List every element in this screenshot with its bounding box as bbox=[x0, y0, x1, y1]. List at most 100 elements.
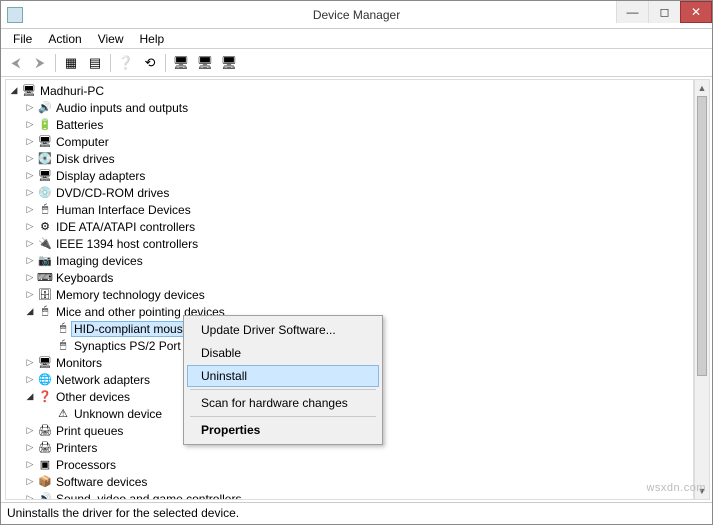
expand-icon[interactable]: ▷ bbox=[24, 289, 36, 301]
status-text: Uninstalls the driver for the selected d… bbox=[7, 506, 239, 520]
tree-node[interactable]: ◢🖥Madhuri-PC bbox=[8, 82, 693, 99]
tree-node[interactable]: ▷🔊Sound, video and game controllers bbox=[8, 490, 693, 500]
properties-button[interactable]: ▤ bbox=[84, 52, 106, 74]
expand-icon[interactable]: ▷ bbox=[24, 493, 36, 501]
expand-icon[interactable]: ▷ bbox=[24, 136, 36, 148]
ctx-update-driver[interactable]: Update Driver Software... bbox=[187, 319, 379, 341]
scan-hardware-button[interactable]: 🖥 bbox=[218, 52, 240, 74]
expand-icon[interactable]: ▷ bbox=[24, 119, 36, 131]
expand-icon[interactable]: ▷ bbox=[24, 374, 36, 386]
page-icon: ▤ bbox=[89, 55, 101, 71]
expand-icon[interactable]: ▷ bbox=[24, 102, 36, 114]
window-controls: — ◻ ✕ bbox=[616, 1, 712, 23]
arrow-right-icon: ⮞ bbox=[35, 55, 44, 71]
expand-icon[interactable]: ▷ bbox=[24, 357, 36, 369]
maximize-button[interactable]: ◻ bbox=[648, 1, 680, 23]
device-icon: 🖨 bbox=[37, 440, 53, 456]
tree-node[interactable]: ▷🖥Computer bbox=[8, 133, 693, 150]
tree-node[interactable]: ▷🔌IEEE 1394 host controllers bbox=[8, 235, 693, 252]
tree-node-label: DVD/CD-ROM drives bbox=[56, 186, 169, 200]
expand-icon[interactable]: ▷ bbox=[24, 204, 36, 216]
expand-icon[interactable]: ▷ bbox=[24, 170, 36, 182]
tree-node[interactable]: ▷⌨Keyboards bbox=[8, 269, 693, 286]
vertical-scrollbar[interactable]: ▲ ▼ bbox=[694, 79, 710, 500]
tree-node-label: Printers bbox=[56, 441, 97, 455]
tree-node[interactable]: ▷🔊Audio inputs and outputs bbox=[8, 99, 693, 116]
menu-file[interactable]: File bbox=[5, 30, 40, 48]
expand-icon[interactable]: ▷ bbox=[24, 272, 36, 284]
arrow-left-icon: ⮜ bbox=[11, 55, 20, 71]
menu-action[interactable]: Action bbox=[40, 30, 89, 48]
refresh-button[interactable]: ⟲ bbox=[139, 52, 161, 74]
tree-node-label: Batteries bbox=[56, 118, 103, 132]
device-icon: 🖨 bbox=[37, 423, 53, 439]
device-icon: ❓ bbox=[37, 389, 53, 405]
collapse-icon[interactable]: ◢ bbox=[8, 85, 20, 97]
update-driver-button[interactable]: 🖥 bbox=[170, 52, 192, 74]
scroll-thumb[interactable] bbox=[697, 96, 707, 376]
collapse-icon[interactable]: ◢ bbox=[24, 306, 36, 318]
tree-node[interactable]: ▷🗄Memory technology devices bbox=[8, 286, 693, 303]
show-hidden-button[interactable]: ▦ bbox=[60, 52, 82, 74]
expand-icon[interactable]: ▷ bbox=[24, 238, 36, 250]
device-icon: 🔊 bbox=[37, 100, 53, 116]
device-icon: ⚙ bbox=[37, 219, 53, 235]
toolbar-separator bbox=[165, 54, 166, 72]
toolbar-separator bbox=[110, 54, 111, 72]
tree-node-label: Display adapters bbox=[56, 169, 145, 183]
help-icon: ❔ bbox=[118, 55, 134, 71]
device-icon: 💿 bbox=[37, 185, 53, 201]
device-icon: 🔊 bbox=[37, 491, 53, 501]
forward-button[interactable]: ⮞ bbox=[29, 52, 51, 74]
tree-node[interactable]: ▷🖥Display adapters bbox=[8, 167, 693, 184]
expand-icon[interactable]: ▷ bbox=[24, 442, 36, 454]
ctx-disable[interactable]: Disable bbox=[187, 342, 379, 364]
scroll-up-icon[interactable]: ▲ bbox=[695, 80, 709, 96]
device-icon: 💽 bbox=[37, 151, 53, 167]
tree-node[interactable]: ▷🖱Human Interface Devices bbox=[8, 201, 693, 218]
tree-node-label: Unknown device bbox=[74, 407, 162, 421]
ctx-scan-hardware[interactable]: Scan for hardware changes bbox=[187, 392, 379, 414]
expand-icon[interactable]: ▷ bbox=[24, 459, 36, 471]
expand-icon[interactable]: ▷ bbox=[24, 187, 36, 199]
computer-up-icon: 🖥 bbox=[173, 55, 190, 71]
tree-node[interactable]: ▷🔋Batteries bbox=[8, 116, 693, 133]
collapse-icon[interactable]: ◢ bbox=[24, 391, 36, 403]
tree-node[interactable]: ▷📷Imaging devices bbox=[8, 252, 693, 269]
tree-node-label: Print queues bbox=[56, 424, 123, 438]
minimize-button[interactable]: — bbox=[616, 1, 648, 23]
device-icon: ▣ bbox=[37, 457, 53, 473]
device-icon: 📷 bbox=[37, 253, 53, 269]
menu-view[interactable]: View bbox=[90, 30, 132, 48]
context-menu: Update Driver Software... Disable Uninst… bbox=[183, 315, 383, 445]
tree-node-label: Disk drives bbox=[56, 152, 115, 166]
tree-node[interactable]: ▷💿DVD/CD-ROM drives bbox=[8, 184, 693, 201]
device-icon: ⌨ bbox=[37, 270, 53, 286]
expand-icon[interactable]: ▷ bbox=[24, 221, 36, 233]
computer-x-icon: 🖥 bbox=[197, 55, 214, 71]
title-bar: Device Manager — ◻ ✕ bbox=[1, 1, 712, 29]
ctx-properties[interactable]: Properties bbox=[187, 419, 379, 441]
tree-node[interactable]: ▷⚙IDE ATA/ATAPI controllers bbox=[8, 218, 693, 235]
tree-node[interactable]: ▷📦Software devices bbox=[8, 473, 693, 490]
menu-help[interactable]: Help bbox=[132, 30, 173, 48]
ctx-separator bbox=[190, 416, 376, 417]
expand-icon[interactable]: ▷ bbox=[24, 476, 36, 488]
spacer bbox=[42, 340, 54, 352]
tree-node[interactable]: ▷▣Processors bbox=[8, 456, 693, 473]
tree-node-label: Other devices bbox=[56, 390, 130, 404]
help-button[interactable]: ❔ bbox=[115, 52, 137, 74]
ctx-uninstall[interactable]: Uninstall bbox=[187, 365, 379, 387]
device-icon: 🔋 bbox=[37, 117, 53, 133]
device-icon: ⚠ bbox=[55, 406, 71, 422]
back-button[interactable]: ⮜ bbox=[5, 52, 27, 74]
close-button[interactable]: ✕ bbox=[680, 1, 712, 23]
expand-icon[interactable]: ▷ bbox=[24, 255, 36, 267]
expand-icon[interactable]: ▷ bbox=[24, 153, 36, 165]
uninstall-driver-button[interactable]: 🖥 bbox=[194, 52, 216, 74]
tree-node-label: Software devices bbox=[56, 475, 147, 489]
toolbar: ⮜ ⮞ ▦ ▤ ❔ ⟲ 🖥 🖥 🖥 bbox=[1, 49, 712, 77]
tree-node[interactable]: ▷💽Disk drives bbox=[8, 150, 693, 167]
spacer bbox=[42, 323, 54, 335]
expand-icon[interactable]: ▷ bbox=[24, 425, 36, 437]
